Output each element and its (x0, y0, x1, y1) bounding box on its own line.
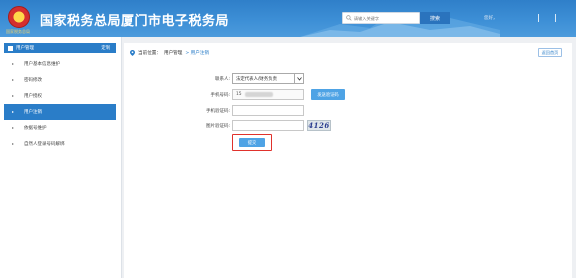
menu-square-icon (8, 45, 13, 51)
sms-code-row: 手机验证码: (124, 105, 572, 117)
breadcrumb: 当前位置： 用户管理 > 用户注销 (130, 50, 212, 56)
main-panel: 当前位置： 用户管理 > 用户注销 返回首页 联系人: 法定代表人/财务负责 手… (124, 43, 572, 278)
sidebar-header-label: 用户管理 (16, 46, 34, 51)
contact-select-value: 法定代表人/财务负责 (236, 76, 277, 82)
captcha-image[interactable]: 4126 (307, 120, 331, 131)
sidebar-item-label: 用户注销 (24, 110, 42, 115)
location-pin-icon (130, 50, 135, 56)
breadcrumb-section[interactable]: 用户管理 (164, 50, 182, 56)
phone-label: 手机号码: (210, 93, 230, 98)
sidebar-item-unbind-login[interactable]: 自然人登录号码解绑 (4, 136, 116, 152)
phone-row: 手机号码: 15 发送验证码 (124, 89, 572, 101)
captcha-label: 图片验证码: (205, 124, 230, 129)
sidebar-item-password[interactable]: 密码修改 (4, 72, 116, 88)
breadcrumb-current: > 用户注销 (185, 51, 210, 56)
breadcrumb-prefix: 当前位置： (138, 51, 161, 56)
phone-field: 15 (232, 89, 304, 100)
sidebar-item-label: 自然人登录号码解绑 (24, 142, 65, 147)
chevron-down-icon (294, 74, 303, 83)
return-home-button[interactable]: 返回首页 (538, 48, 562, 57)
sidebar-item-label: 密码修改 (24, 78, 42, 83)
contact-select[interactable]: 法定代表人/财务负责 (232, 73, 304, 84)
search-input[interactable] (353, 15, 419, 21)
contact-row: 联系人: 法定代表人/财务负责 (124, 73, 572, 85)
phone-value: 15 (236, 92, 242, 97)
arrow-right-icon (12, 63, 14, 65)
sidebar-item-label: 依据号维护 (24, 126, 47, 131)
arrow-right-icon (12, 143, 14, 145)
arrow-right-icon (12, 95, 14, 97)
search-icon (346, 15, 352, 21)
site-title: 国家税务总局厦门市电子税务局 (40, 14, 230, 29)
logo-caption: 国家税务总局 (6, 29, 30, 34)
sidebar-item-user-info[interactable]: 用户基本信息维护 (4, 56, 116, 72)
arrow-right-icon (12, 127, 14, 129)
send-code-button[interactable]: 发送验证码 (311, 89, 345, 100)
header-divider (538, 14, 539, 22)
welcome-text: 您好， (484, 16, 498, 21)
submit-button[interactable]: 提交 (239, 138, 265, 147)
sidebar-item-label: 用户授权 (24, 94, 42, 99)
contact-label: 联系人: (214, 77, 230, 82)
sms-code-input[interactable] (232, 105, 304, 116)
sidebar-item-deregister[interactable]: 用户注销 (4, 104, 116, 120)
arrow-right-icon (12, 111, 14, 113)
tax-emblem-logo (8, 6, 30, 28)
captcha-row: 图片验证码: 4126 (124, 120, 572, 132)
sms-code-label: 手机验证码: (205, 109, 230, 114)
sidebar-item-authorization[interactable]: 用户授权 (4, 88, 116, 104)
sidebar-item-label: 用户基本信息维护 (24, 62, 60, 67)
submit-highlight-frame: 提交 (232, 134, 272, 151)
sidebar: 用户管理 定制 用户基本信息维护 密码修改 用户授权 用户注销 依据号维护 自然… (0, 37, 122, 278)
sidebar-customize-link[interactable]: 定制 (101, 45, 110, 51)
search-button[interactable]: 搜索 (420, 12, 450, 24)
top-header: 国家税务总局 国家税务总局厦门市电子税务局 搜索 您好， (0, 0, 576, 37)
phone-masked-digits (244, 92, 273, 97)
sidebar-item-basis-number[interactable]: 依据号维护 (4, 120, 116, 136)
arrow-right-icon (12, 79, 14, 81)
captcha-input[interactable] (232, 120, 304, 131)
search-box[interactable] (342, 12, 420, 24)
header-divider (555, 14, 556, 22)
sidebar-header[interactable]: 用户管理 定制 (4, 43, 116, 53)
